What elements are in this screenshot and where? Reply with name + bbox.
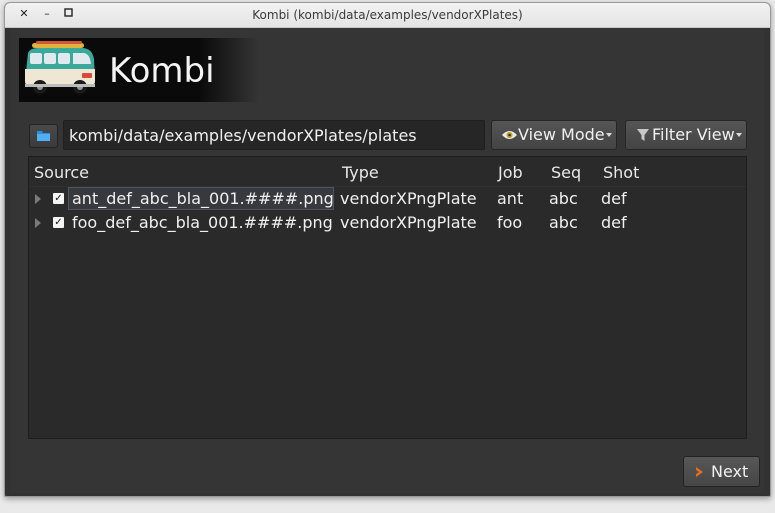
title-bar: ✕ – Kombi (kombi/data/examples/vendorXPl… <box>5 3 770 28</box>
column-header-source[interactable]: Source <box>34 163 89 182</box>
eye-icon <box>502 131 517 139</box>
filter-view-button[interactable]: Filter View <box>625 120 747 150</box>
cell-type: vendorXPngPlate <box>340 189 477 208</box>
browse-folder-button[interactable] <box>29 124 58 148</box>
app-window: ✕ – Kombi (kombi/data/examples/vendorXPl… <box>4 2 771 497</box>
column-header-seq[interactable]: Seq <box>551 163 581 182</box>
cell-type: vendorXPngPlate <box>340 213 477 232</box>
row-checkbox[interactable]: ✓ <box>53 193 64 204</box>
next-label: Next <box>711 462 749 481</box>
main-content: Kombi kombi/data/examples/vendorXPlates/… <box>11 28 764 493</box>
chevron-down-icon <box>606 133 612 137</box>
chevron-down-icon <box>736 133 742 137</box>
expand-arrow-icon[interactable] <box>35 218 41 228</box>
expand-arrow-icon[interactable] <box>35 194 41 204</box>
van-icon <box>25 41 95 94</box>
cell-seq: abc <box>549 213 578 232</box>
filter-view-label: Filter View <box>652 125 735 144</box>
table-row[interactable]: ✓ ant_def_abc_bla_001.####.png vendorXPn… <box>29 187 746 211</box>
next-button[interactable]: Next <box>683 456 760 487</box>
table-row[interactable]: ✓ foo_def_abc_bla_001.####.png vendorXPn… <box>29 211 746 235</box>
column-header-shot[interactable]: Shot <box>603 163 639 182</box>
view-mode-button[interactable]: View Mode <box>491 120 617 150</box>
cell-shot: def <box>601 189 627 208</box>
path-input[interactable]: kombi/data/examples/vendorXPlates/plates <box>63 120 485 150</box>
column-header-job[interactable]: Job <box>498 163 523 182</box>
window-title: Kombi (kombi/data/examples/vendorXPlates… <box>252 8 523 22</box>
cell-seq: abc <box>549 189 578 208</box>
view-mode-label: View Mode <box>518 125 605 144</box>
column-header-type[interactable]: Type <box>342 163 379 182</box>
cell-job: foo <box>497 213 523 232</box>
cell-source: foo_def_abc_bla_001.####.png <box>72 213 333 232</box>
banner: Kombi <box>19 38 259 102</box>
folder-icon <box>37 131 50 141</box>
cell-shot: def <box>601 213 627 232</box>
app-title: Kombi <box>109 51 215 91</box>
chevron-right-icon <box>696 467 703 477</box>
plates-tree[interactable]: Source Type Job Seq Shot ✓ ant_def_abc_b… <box>28 156 747 439</box>
cell-source: ant_def_abc_bla_001.####.png <box>72 189 334 208</box>
filter-icon <box>637 129 649 141</box>
cell-job: ant <box>497 189 524 208</box>
row-checkbox[interactable]: ✓ <box>53 217 64 228</box>
